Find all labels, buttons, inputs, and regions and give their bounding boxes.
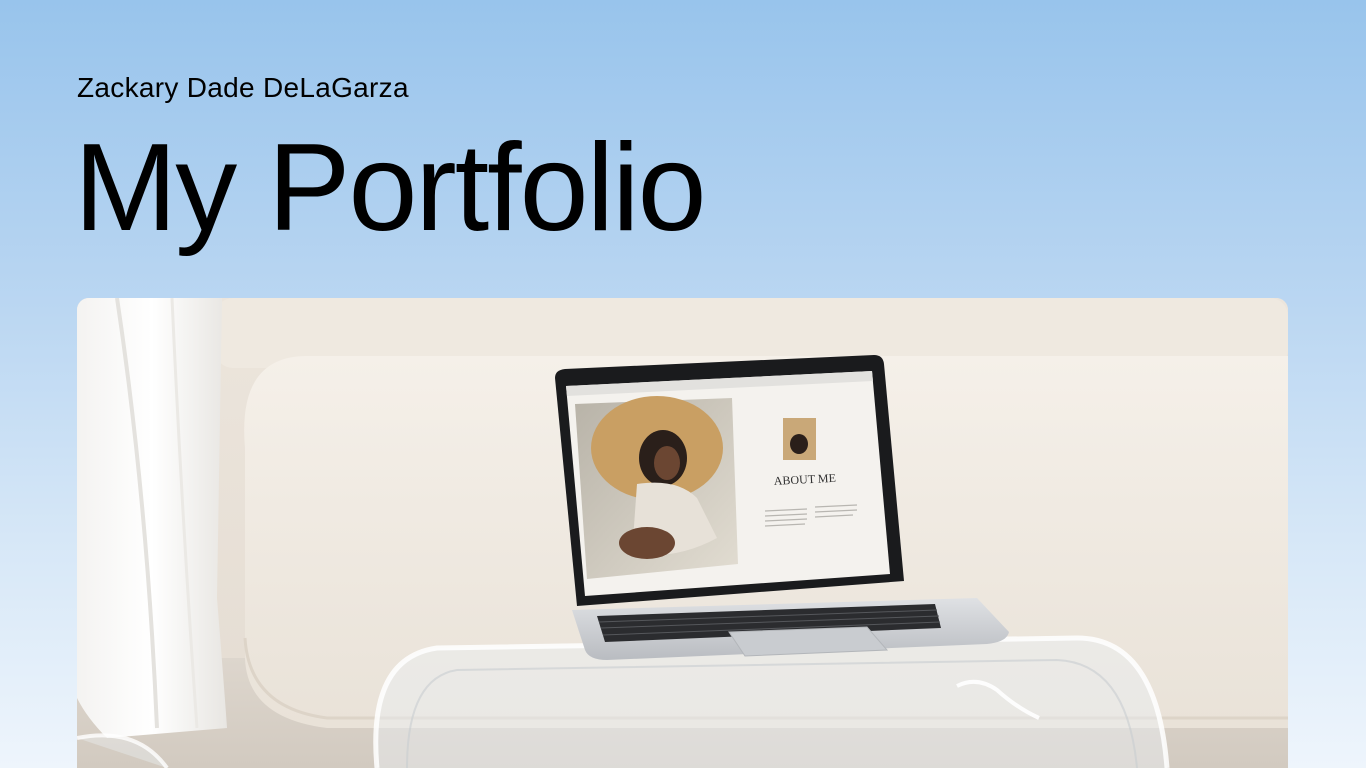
curtain — [77, 298, 227, 738]
page-title: My Portfolio — [74, 119, 707, 257]
acrylic-table — [373, 635, 1170, 768]
hero-image: ABOUT ME — [77, 298, 1288, 768]
author-name: Zackary Dade DeLaGarza — [77, 72, 409, 103]
